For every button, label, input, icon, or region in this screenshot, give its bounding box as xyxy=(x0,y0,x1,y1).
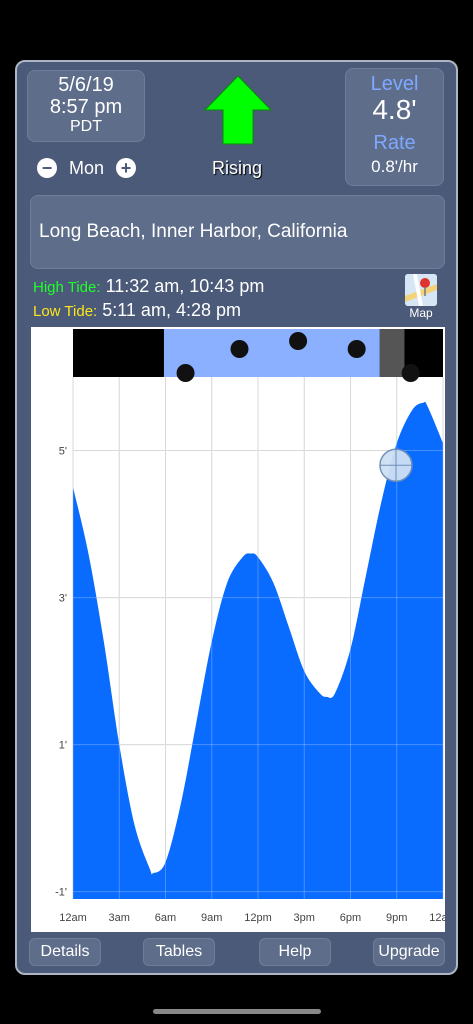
timezone-text: PDT xyxy=(70,118,102,135)
rising-arrow-icon xyxy=(203,75,273,145)
details-button[interactable]: Details xyxy=(29,938,101,966)
app-frame: 5/6/19 8:57 pm PDT Rising − Mon + Level … xyxy=(15,60,458,975)
x-tick-label: 3am xyxy=(109,912,130,924)
plus-icon: + xyxy=(120,158,132,178)
y-tick-label: 3' xyxy=(59,593,67,605)
celestial-dot-4 xyxy=(401,364,420,382)
x-tick-label: 12am xyxy=(429,912,445,924)
level-value: 4.8' xyxy=(372,94,417,125)
level-rate-box: Level 4.8' Rate 0.8'/hr xyxy=(345,68,444,186)
next-day-button[interactable]: + xyxy=(116,158,137,178)
tide-chart[interactable]: -1' 1' 3' 5' 12am 3am 6am 9am 12pm 3pm 6pm 9pm 12am xyxy=(31,327,445,932)
celestial-dot-1 xyxy=(230,340,249,358)
home-indicator[interactable] xyxy=(153,1009,321,1014)
x-tick-label: 9am xyxy=(201,912,222,924)
twilight-band xyxy=(379,329,405,377)
bottom-toolbar: Details Tables Help Upgrade xyxy=(29,938,447,966)
celestial-dot-2 xyxy=(289,332,308,350)
date-time-box[interactable]: 5/6/19 8:57 pm PDT xyxy=(27,70,145,142)
trend-label: Rising xyxy=(211,158,263,178)
map-icon xyxy=(405,274,437,306)
previous-day-button[interactable]: − xyxy=(37,158,57,178)
tide-times: High Tide: 11:32 am, 10:43 pm Low Tide: … xyxy=(33,275,264,323)
low-tide-times: 5:11 am, 4:28 pm xyxy=(102,300,241,320)
day-selector: − Mon + xyxy=(37,156,137,180)
station-name: Long Beach, Inner Harbor, California xyxy=(39,221,348,242)
time-text: 8:57 pm xyxy=(49,96,123,118)
y-tick-label: 5' xyxy=(59,446,67,458)
y-tick-label: 1' xyxy=(59,740,67,752)
tables-button[interactable]: Tables xyxy=(143,938,215,966)
day-label: Mon xyxy=(69,157,105,178)
x-tick-label: 9pm xyxy=(386,912,407,924)
x-tick-label: 6am xyxy=(155,912,176,924)
rate-heading: Rate xyxy=(373,132,416,154)
level-heading: Level xyxy=(370,73,419,95)
rate-value: 0.8'/hr xyxy=(371,157,418,176)
celestial-dot-3 xyxy=(347,340,366,358)
map-button[interactable]: Map xyxy=(404,274,438,320)
high-tide-times: 11:32 am, 10:43 pm xyxy=(105,276,265,296)
celestial-dot-0 xyxy=(176,364,195,382)
upgrade-button[interactable]: Upgrade xyxy=(373,938,445,966)
high-tide-label: High Tide: xyxy=(33,279,101,296)
low-tide-label: Low Tide: xyxy=(33,303,98,320)
x-tick-label: 6pm xyxy=(340,912,361,924)
x-tick-label: 12pm xyxy=(244,912,272,924)
tide-chart-svg: -1' 1' 3' 5' 12am 3am 6am 9am 12pm 3pm 6pm 9pm 12am xyxy=(55,329,445,924)
daylight-band xyxy=(163,329,380,377)
x-tick-label: 3pm xyxy=(294,912,315,924)
station-name-box[interactable]: Long Beach, Inner Harbor, California xyxy=(30,195,445,269)
minus-icon: − xyxy=(41,158,53,178)
help-button[interactable]: Help xyxy=(259,938,331,966)
y-tick-label: -1' xyxy=(55,887,67,899)
date-text: 5/6/19 xyxy=(58,74,114,96)
map-label: Map xyxy=(409,306,433,320)
x-tick-label: 12am xyxy=(59,912,87,924)
